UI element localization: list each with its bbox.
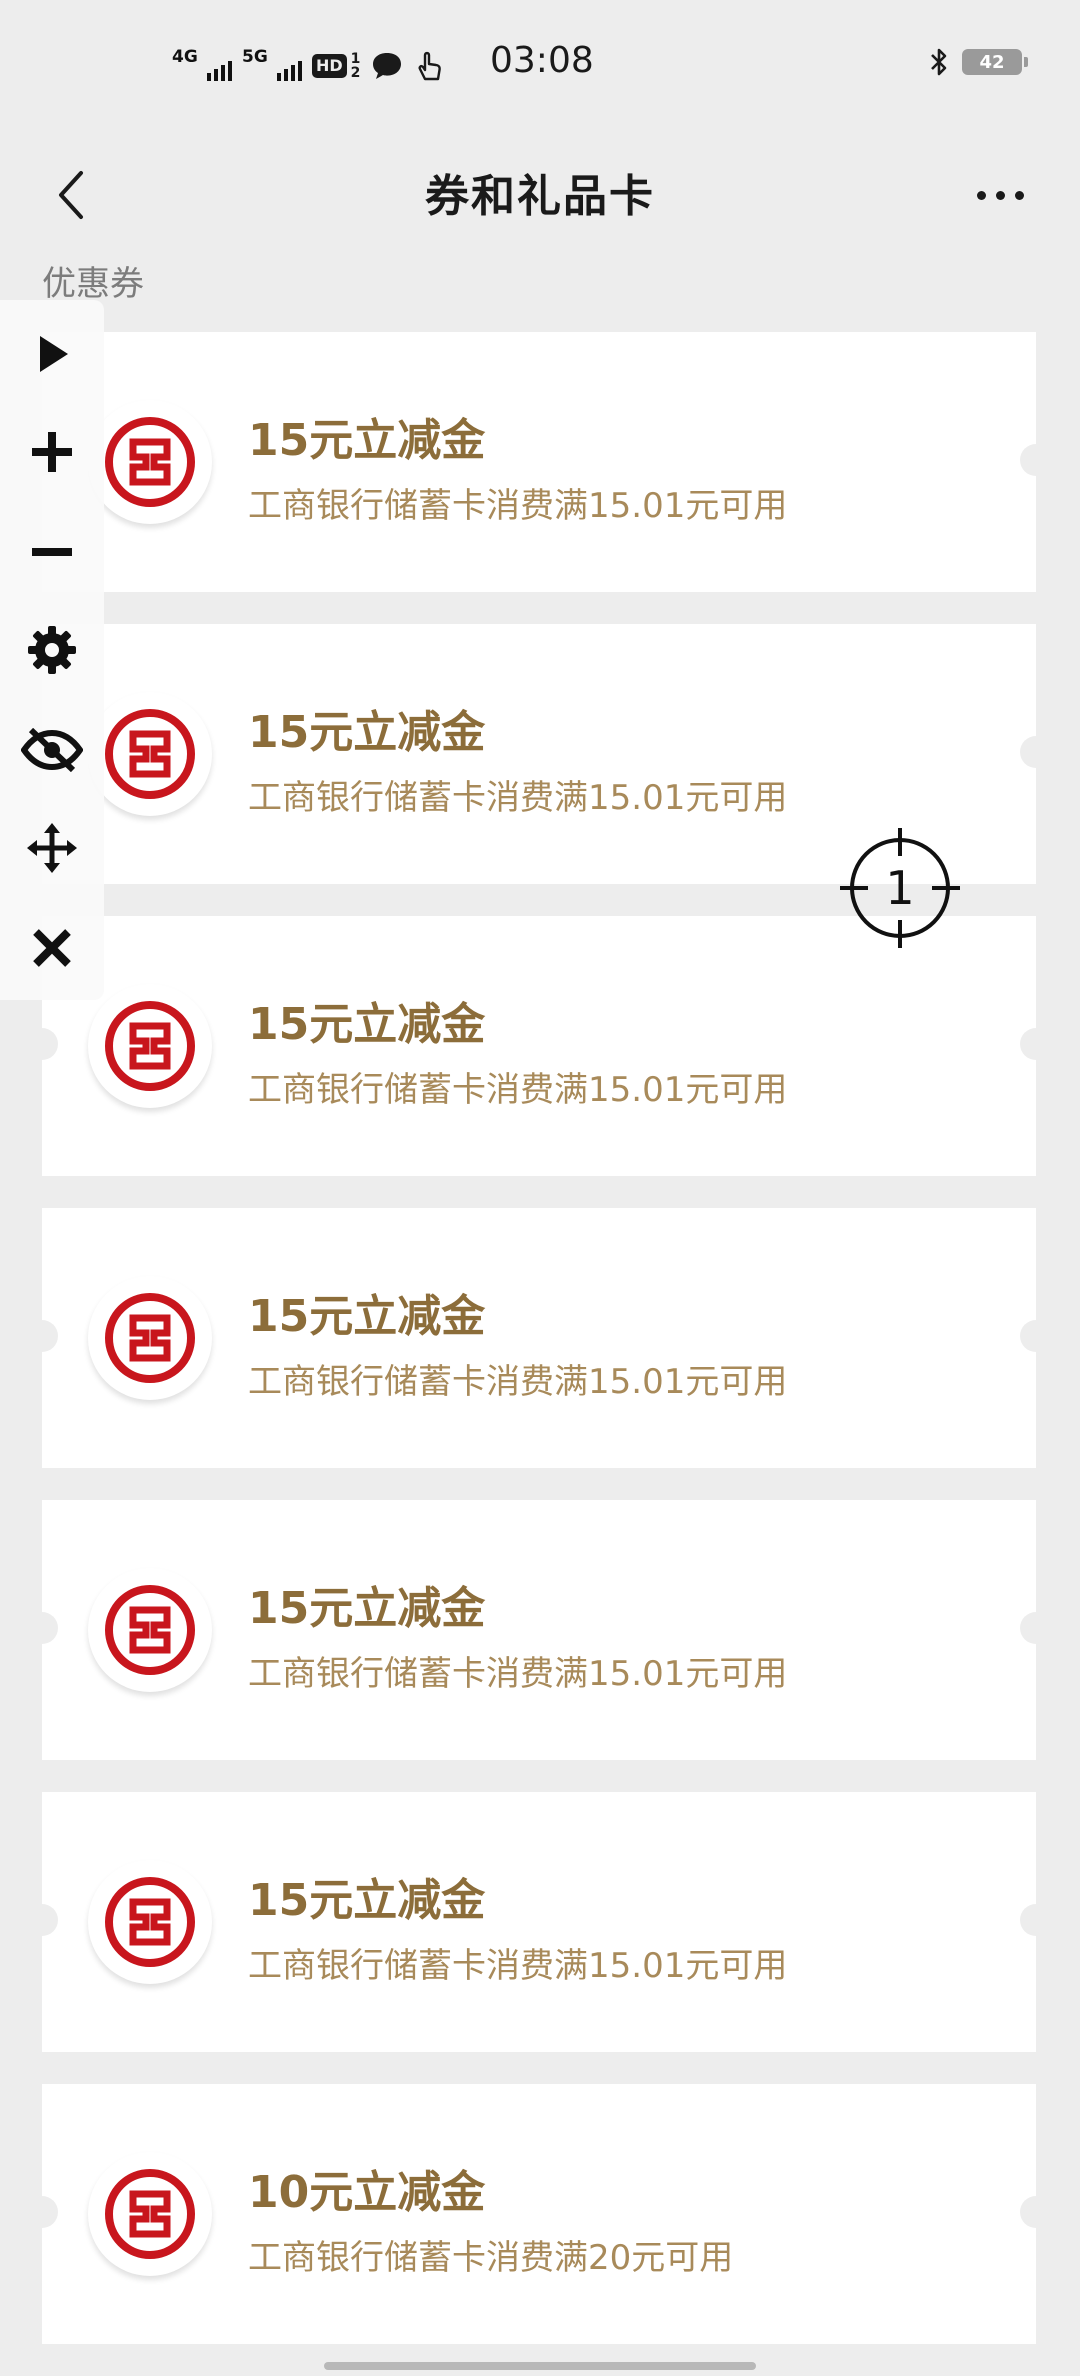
status-left: 4G 5G HD 12 (172, 44, 444, 88)
floating-toolbar (0, 300, 104, 1000)
move-button[interactable] (0, 808, 104, 888)
more-options-button[interactable] (960, 160, 1040, 230)
touch-gesture-icon (418, 51, 442, 81)
icbc-logo-icon (88, 692, 212, 816)
zoom-out-button[interactable] (0, 512, 104, 592)
battery-level: 42 (979, 51, 1005, 73)
coupon-desc: 工商银行储蓄卡消费满20元可用 (248, 2238, 734, 2278)
play-icon (40, 336, 68, 372)
crosshair-label: 1 (885, 861, 914, 915)
bluetooth-icon (931, 48, 947, 76)
status-right: 42 (928, 46, 1028, 78)
hide-button[interactable] (0, 710, 104, 790)
coupon-desc: 工商银行储蓄卡消费满15.01元可用 (248, 1362, 788, 1402)
battery-icon: 42 (962, 49, 1028, 75)
coupon-card[interactable]: 15元立减金 工商银行储蓄卡消费满15.01元可用 (26, 1500, 1052, 1760)
icbc-logo-icon (88, 1568, 212, 1692)
coupon-title: 15元立减金 (248, 999, 486, 1050)
hd-sim-indicator: 12 (350, 51, 361, 81)
crosshair-icon: 1 (840, 828, 960, 948)
icbc-logo-icon (88, 1860, 212, 1984)
coupon-desc: 工商银行储蓄卡消费满15.01元可用 (248, 1946, 788, 1986)
coupon-title: 15元立减金 (248, 707, 486, 758)
settings-button[interactable] (0, 610, 104, 690)
coupon-card[interactable]: 15元立减金 工商银行储蓄卡消费满15.01元可用 (26, 1208, 1052, 1468)
coupon-title: 15元立减金 (248, 1583, 486, 1634)
hd-voice-badge: HD (312, 54, 347, 78)
coupon-list: 15元立减金 工商银行储蓄卡消费满15.01元可用 15元立减金 工商银行储蓄卡… (26, 332, 1052, 2376)
status-bar: 4G 5G HD 12 03:08 42 (0, 0, 1080, 130)
signal-4g-icon: 4G (172, 47, 232, 83)
eye-off-icon (21, 728, 83, 772)
play-button[interactable] (0, 314, 104, 394)
icbc-logo-icon (88, 1276, 212, 1400)
coupon-desc: 工商银行储蓄卡消费满15.01元可用 (248, 1654, 788, 1694)
coupon-title: 15元立减金 (248, 1291, 486, 1342)
coupon-desc: 工商银行储蓄卡消费满15.01元可用 (248, 778, 788, 818)
message-bubble-icon (373, 53, 402, 79)
plus-icon (32, 432, 72, 472)
close-icon (33, 929, 71, 967)
network-type-2: 5G (242, 47, 268, 67)
move-icon (27, 823, 77, 873)
coupon-desc: 工商银行储蓄卡消费满15.01元可用 (248, 486, 788, 526)
icbc-logo-icon (88, 2152, 212, 2276)
icbc-logo-icon (88, 400, 212, 524)
network-type-1: 4G (172, 47, 198, 67)
zoom-in-button[interactable] (0, 412, 104, 492)
coupon-desc: 工商银行储蓄卡消费满15.01元可用 (248, 1070, 788, 1110)
signal-5g-icon: 5G (242, 47, 302, 83)
minus-icon (32, 548, 72, 556)
coupon-card[interactable]: 15元立减金 工商银行储蓄卡消费满15.01元可用 (26, 332, 1052, 592)
home-indicator[interactable] (324, 2362, 756, 2370)
more-dots-icon (976, 190, 986, 200)
coupon-title: 10元立减金 (248, 2167, 486, 2218)
gear-icon (28, 626, 76, 674)
page-title: 券和礼品卡 (425, 171, 655, 222)
coupon-card[interactable]: 10元立减金 工商银行储蓄卡消费满20元可用 (26, 2084, 1052, 2344)
nav-bar: 券和礼品卡 (0, 130, 1080, 260)
coupon-title: 15元立减金 (248, 1875, 486, 1926)
close-toolbar-button[interactable] (0, 908, 104, 988)
status-time: 03:08 (490, 40, 594, 81)
coupon-card[interactable]: 15元立减金 工商银行储蓄卡消费满15.01元可用 (26, 1792, 1052, 2052)
coupon-title: 15元立减金 (248, 415, 486, 466)
coupon-card[interactable]: 15元立减金 工商银行储蓄卡消费满15.01元可用 (26, 916, 1052, 1176)
icbc-logo-icon (88, 984, 212, 1108)
tap-crosshair: 1 (838, 826, 962, 950)
section-label-coupons: 优惠券 (42, 264, 144, 304)
